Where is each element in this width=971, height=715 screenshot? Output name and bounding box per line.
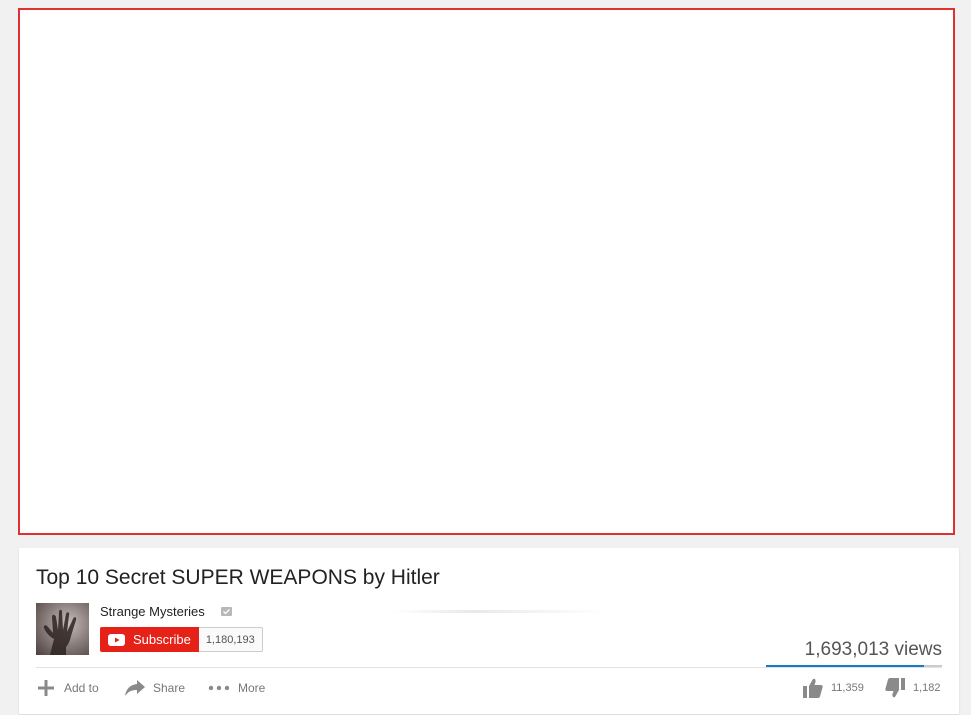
video-player[interactable]	[18, 8, 955, 535]
hand-silhouette-image	[43, 609, 77, 655]
video-info-card: Top 10 Secret SUPER WEAPONS by Hitler St…	[19, 548, 959, 714]
add-icon	[38, 680, 54, 696]
subscribe-widget: Subscribe 1,180,193	[100, 627, 263, 652]
share-icon	[125, 680, 145, 696]
title-divider-fade	[391, 610, 931, 613]
like-count: 11,359	[831, 682, 864, 694]
like-button[interactable]: 11,359	[803, 678, 864, 698]
dislike-button[interactable]: 1,182	[885, 678, 941, 698]
more-label: More	[238, 681, 266, 695]
subscriber-count: 1,180,193	[198, 627, 263, 652]
channel-name-link[interactable]: Strange Mysteries	[100, 604, 205, 619]
add-to-button[interactable]: Add to	[36, 678, 99, 698]
verified-icon	[221, 607, 232, 616]
view-count: 1,693,013 views	[804, 639, 942, 660]
video-title: Top 10 Secret SUPER WEAPONS by Hitler	[36, 566, 440, 589]
actions-divider	[36, 667, 942, 668]
more-icon	[208, 685, 230, 691]
youtube-play-icon	[108, 633, 125, 646]
subscribe-button[interactable]: Subscribe	[100, 627, 199, 652]
thumbs-down-icon	[885, 678, 905, 698]
thumbs-up-icon	[803, 678, 823, 698]
dislike-count: 1,182	[913, 682, 941, 694]
subscribe-label: Subscribe	[133, 632, 191, 647]
add-to-label: Add to	[64, 681, 99, 695]
share-label: Share	[153, 681, 186, 695]
share-button[interactable]: Share	[125, 678, 185, 698]
channel-avatar[interactable]	[36, 603, 89, 655]
more-button[interactable]: More	[208, 678, 265, 698]
